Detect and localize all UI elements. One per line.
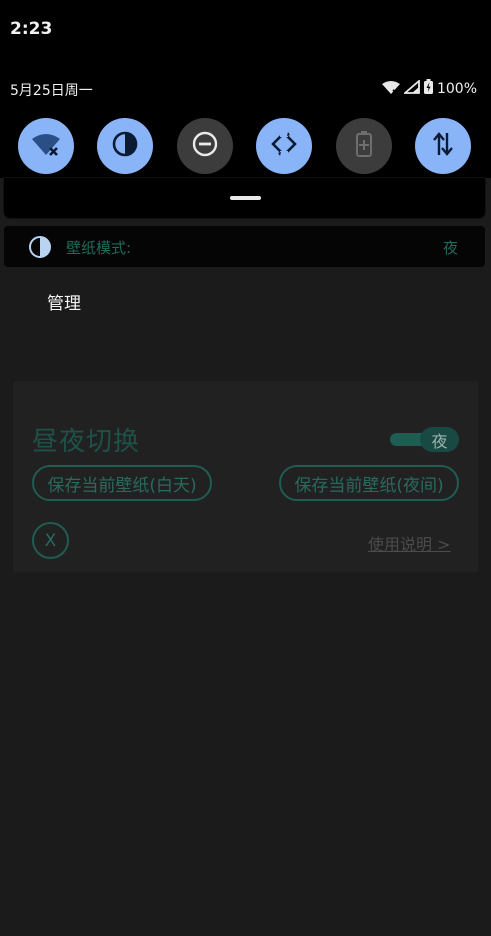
- status-icons: 100%: [381, 78, 477, 98]
- save-day-label: 保存当前壁纸(白天): [47, 475, 197, 496]
- save-day-wallpaper-button[interactable]: 保存当前壁纸(白天): [32, 465, 212, 501]
- drag-handle[interactable]: [230, 196, 261, 200]
- close-button[interactable]: X: [32, 522, 69, 559]
- qs-wifi-tile[interactable]: [18, 118, 74, 174]
- battery-saver-icon: [356, 131, 372, 161]
- toggle-label: 夜: [431, 431, 448, 451]
- close-label: X: [44, 530, 57, 551]
- data-transfer-icon: [431, 131, 455, 161]
- status-date: 5月25日周一: [10, 83, 93, 99]
- qs-dark-theme-tile[interactable]: [97, 118, 153, 174]
- wallpaper-mode-label: 壁纸模式:: [66, 239, 132, 257]
- qs-rotate-tile[interactable]: [256, 118, 312, 174]
- wifi-off-icon: [381, 80, 400, 98]
- signal-icon: [402, 78, 420, 98]
- help-link[interactable]: 使用说明 >: [368, 531, 451, 555]
- save-night-wallpaper-button[interactable]: 保存当前壁纸(夜间): [279, 465, 459, 501]
- widget-title: 昼夜切换: [32, 427, 141, 457]
- wifi-off-icon: [31, 132, 61, 160]
- manage-label[interactable]: 管理: [47, 289, 81, 314]
- qs-dnd-tile[interactable]: [177, 118, 233, 174]
- contrast-icon: [111, 130, 139, 162]
- save-night-label: 保存当前壁纸(夜间): [294, 475, 444, 496]
- contrast-icon: [28, 235, 52, 263]
- battery-percent: 100%: [436, 80, 477, 97]
- qs-data-tile[interactable]: [415, 118, 471, 174]
- day-night-toggle[interactable]: 夜: [420, 427, 459, 452]
- battery-icon: [423, 79, 433, 98]
- status-clock: 2:23: [10, 19, 53, 39]
- do-not-disturb-icon: [191, 130, 219, 162]
- wallpaper-mode-value: 夜: [442, 239, 458, 257]
- qs-battery-saver-tile[interactable]: [336, 118, 392, 174]
- auto-rotate-icon: [270, 130, 298, 162]
